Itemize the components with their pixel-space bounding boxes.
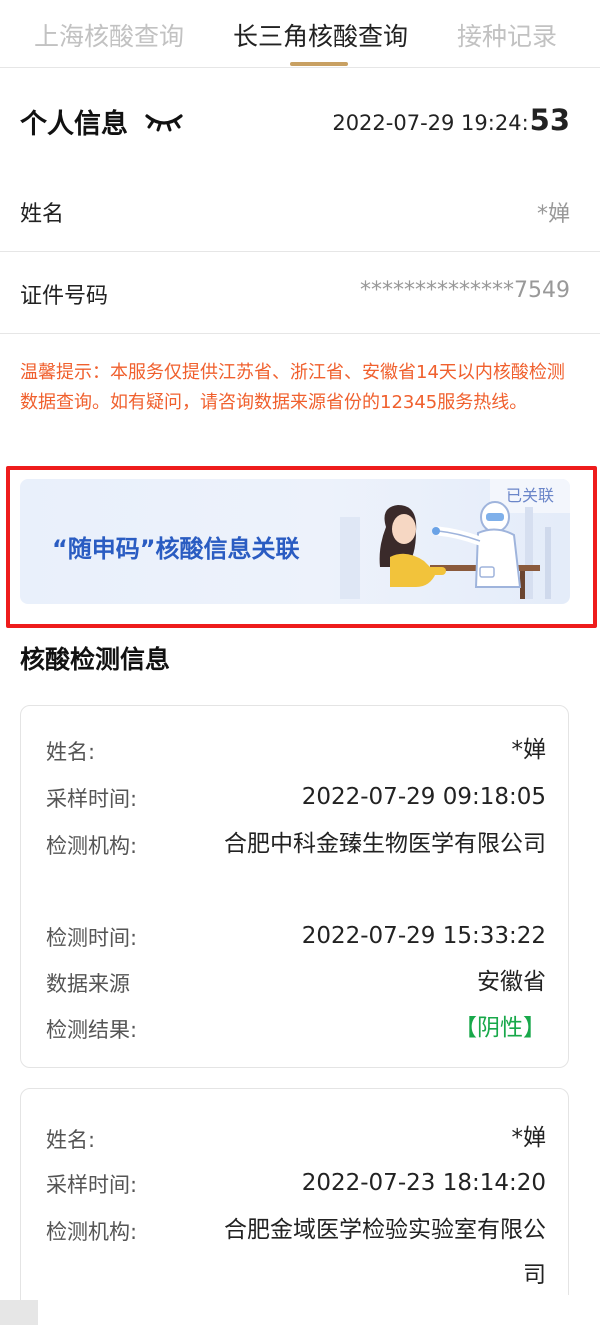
record-org-value: 合肥中科金臻生物医学有限公司 — [224, 831, 546, 857]
record-test-time-value: 2022-07-29 15:33:22 — [301, 923, 546, 949]
record-org-label: 检测机构: — [46, 1220, 138, 1244]
suishen-code-link-banner[interactable]: “随申码”核酸信息关联 已关联 — [20, 479, 570, 604]
nucleic-test-results-title: 核酸检测信息 — [20, 645, 171, 674]
tab-bar: 上海核酸查询 长三角核酸查询 接种记录 — [0, 0, 600, 68]
current-timestamp: 2022-07-29 19:24:53 — [332, 103, 570, 137]
record-org-value: 合肥金域医学检验实验室有限公司 — [224, 1217, 546, 1288]
id-number-row: 证件号码 **************7549 — [0, 252, 600, 334]
name-label: 姓名 — [20, 202, 65, 227]
personal-info-title: 个人信息 — [20, 109, 128, 140]
service-notice: 温馨提示：本服务仅提供江苏省、浙江省、安徽省14天以内核酸检测数据查询。如有疑问… — [20, 362, 565, 413]
record-name-label: 姓名: — [46, 740, 96, 764]
record-name-label: 姓名: — [46, 1128, 96, 1152]
banner-title: “随申码”核酸信息关联 — [52, 535, 300, 563]
record-result-badge: 【阴性】 — [454, 1015, 546, 1041]
bottom-cutoff — [38, 1295, 600, 1325]
record-org-label: 检测机构: — [46, 834, 138, 858]
timestamp-seconds: 53 — [529, 103, 570, 137]
record-source-value: 安徽省 — [477, 969, 546, 995]
record-sample-time-value: 2022-07-29 09:18:05 — [301, 784, 546, 810]
record-sample-time-label: 采样时间: — [46, 1173, 138, 1197]
id-number-label: 证件号码 — [20, 284, 109, 309]
tab-shanghai-query[interactable]: 上海核酸查询 — [34, 17, 184, 53]
name-row: 姓名 *婵 — [0, 170, 600, 252]
record-sample-time-value: 2022-07-23 18:14:20 — [301, 1170, 546, 1196]
record-test-time-label: 检测时间: — [46, 926, 138, 950]
nucleic-test-illustration — [340, 501, 551, 599]
id-number-value: **************7549 — [360, 278, 570, 303]
bottom-edge-shade — [0, 1300, 38, 1325]
name-value: *婵 — [536, 202, 570, 227]
tab-yangtze-delta-query[interactable]: 长三角核酸查询 — [233, 17, 408, 53]
active-tab-indicator — [290, 62, 348, 66]
tab-vaccination-records[interactable]: 接种记录 — [457, 17, 557, 53]
record-name-value: *婵 — [511, 737, 547, 763]
record-sample-time-label: 采样时间: — [46, 787, 138, 811]
test-record-card: 姓名: *婵 采样时间: 2022-07-23 18:14:20 检测机构: 合… — [20, 1088, 569, 1325]
test-record-card: 姓名: *婵 采样时间: 2022-07-29 09:18:05 检测机构: 合… — [20, 705, 569, 1068]
record-result-label: 检测结果: — [46, 1018, 138, 1042]
timestamp-main: 2022-07-29 19:24: — [332, 111, 529, 135]
record-source-label: 数据来源 — [46, 972, 130, 996]
record-name-value: *婵 — [511, 1125, 547, 1151]
eye-closed-icon[interactable] — [144, 110, 184, 132]
